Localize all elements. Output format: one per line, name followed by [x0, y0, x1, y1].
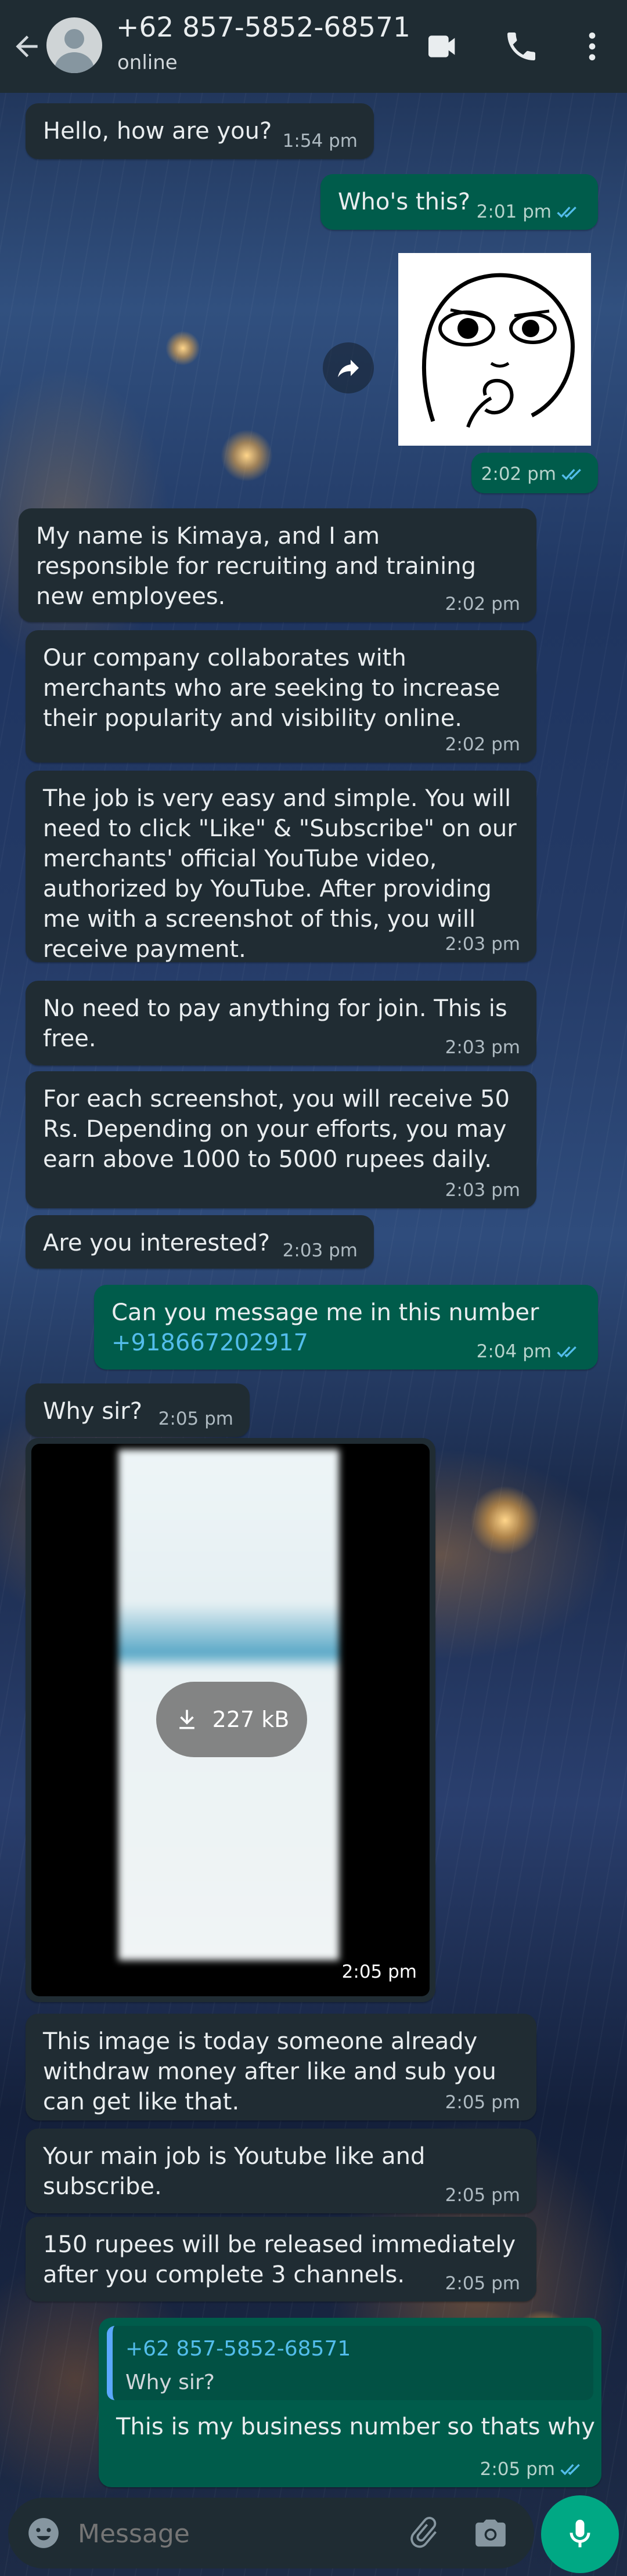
message-incoming[interactable]: No need to pay anything for join. This i… — [26, 981, 536, 1065]
image-size: 227 kB — [212, 1707, 290, 1732]
read-ticks-icon — [561, 469, 581, 480]
sticker-face-icon — [421, 273, 575, 428]
message-meta: 2:05 pm — [480, 2459, 585, 2479]
message-text: This is my business number so thats why — [116, 2414, 595, 2440]
attach-icon[interactable] — [406, 2515, 442, 2551]
message-meta: 2:02 pm — [481, 464, 586, 484]
message-text: My name is Kimaya, and I am responsible … — [36, 523, 476, 610]
message-time: 2:02 pm — [481, 464, 556, 485]
message-text: No need to pay anything for join. This i… — [43, 995, 507, 1052]
message-incoming[interactable]: This image is today someone already with… — [26, 2014, 536, 2120]
message-text: For each screenshot, you will receive 50… — [43, 1086, 510, 1173]
mic-button[interactable] — [541, 2495, 619, 2573]
read-ticks-icon — [557, 207, 576, 218]
message-time: 1:54 pm — [282, 131, 358, 151]
message-time: 2:05 pm — [480, 2459, 555, 2480]
message-time: 2:05 pm — [445, 2092, 520, 2113]
sticker-time-pill: 2:02 pm — [471, 453, 598, 493]
message-time: 2:03 pm — [445, 1037, 520, 1058]
message-outgoing[interactable]: Can you message me in this number +91866… — [94, 1285, 598, 1370]
message-time: 2:03 pm — [445, 934, 520, 955]
message-incoming[interactable]: Are you interested? 2:03 pm — [26, 1215, 374, 1269]
message-time: 2:05 pm — [158, 1408, 233, 1429]
forward-icon — [338, 360, 359, 377]
sticker-image[interactable] — [398, 253, 591, 446]
message-time: 2:05 pm — [445, 2185, 520, 2206]
message-text: This image is today someone already with… — [43, 2028, 496, 2115]
message-incoming[interactable]: For each screenshot, you will receive 50… — [26, 1071, 536, 1208]
contact-name[interactable]: +62 857-5852-68571 — [116, 12, 410, 44]
message-incoming[interactable]: My name is Kimaya, and I am responsible … — [19, 508, 536, 622]
blurred-image[interactable]: 227 kB 2:05 pm — [31, 1444, 430, 1996]
image-message[interactable]: 227 kB 2:05 pm — [26, 1438, 435, 2002]
message-incoming[interactable]: Why sir? 2:05 pm — [26, 1383, 250, 1437]
message-outgoing-reply[interactable]: +62 857-5852-68571 Why sir? This is my b… — [99, 2318, 601, 2487]
download-button[interactable]: 227 kB — [156, 1682, 307, 1757]
message-time: 2:03 pm — [282, 1240, 358, 1261]
read-ticks-icon — [557, 1346, 576, 1358]
message-text: Who's this? — [338, 189, 471, 215]
chat-header: +62 857-5852-68571 online — [0, 0, 627, 93]
quoted-message[interactable]: +62 857-5852-68571 Why sir? — [107, 2326, 593, 2400]
message-time: 2:03 pm — [445, 1180, 520, 1201]
message-time: 2:05 pm — [445, 2273, 520, 2294]
message-text: Our company collaborates with merchants … — [43, 645, 500, 732]
message-text: Why sir? — [43, 1398, 142, 1425]
message-time: 2:02 pm — [445, 734, 520, 755]
message-input[interactable] — [77, 2510, 392, 2557]
message-time: 2:05 pm — [341, 1961, 417, 1982]
mic-icon — [570, 2520, 590, 2548]
message-text: Can you message me in this number — [111, 1299, 539, 1326]
message-time: 2:04 pm — [476, 1341, 552, 1362]
phone-number-link[interactable]: +918667202917 — [111, 1329, 308, 1356]
message-incoming[interactable]: Our company collaborates with merchants … — [26, 630, 536, 763]
message-incoming[interactable]: The job is very easy and simple. You wil… — [26, 771, 536, 963]
more-vert-icon[interactable] — [574, 28, 611, 65]
wallpaper-lamp — [221, 429, 273, 482]
avatar[interactable] — [46, 17, 102, 73]
message-time: 2:01 pm — [476, 201, 552, 222]
message-text: Your main job is Youtube like and subscr… — [43, 2143, 426, 2200]
message-incoming[interactable]: 150 rupees will be released immediately … — [26, 2217, 536, 2302]
message-text: Are you interested? — [43, 1230, 271, 1256]
message-meta: 2:04 pm — [477, 1342, 582, 1361]
wallpaper-lamp — [165, 331, 200, 366]
wallpaper-lamp — [470, 1486, 540, 1555]
message-composer[interactable] — [8, 2498, 534, 2568]
back-arrow-icon[interactable] — [10, 30, 43, 63]
quoted-sender: +62 857-5852-68571 — [125, 2337, 351, 2361]
forward-button[interactable] — [323, 342, 374, 393]
message-text: Hello, how are you? — [43, 118, 272, 144]
message-incoming[interactable]: Your main job is Youtube like and subscr… — [26, 2129, 536, 2213]
video-call-icon[interactable] — [424, 28, 461, 65]
phone-call-icon[interactable] — [503, 28, 540, 65]
emoji-icon[interactable] — [26, 2515, 62, 2551]
message-outgoing[interactable]: Who's this? 2:01 pm — [320, 174, 598, 230]
message-meta: 2:01 pm — [477, 202, 582, 222]
camera-icon[interactable] — [473, 2515, 509, 2551]
download-icon — [179, 1710, 194, 1729]
message-time: 2:02 pm — [445, 594, 520, 615]
message-incoming[interactable]: Hello, how are you? 1:54 pm — [26, 103, 374, 159]
quoted-text: Why sir? — [125, 2371, 215, 2394]
read-ticks-icon — [560, 2464, 580, 2476]
contact-status: online — [117, 51, 178, 74]
